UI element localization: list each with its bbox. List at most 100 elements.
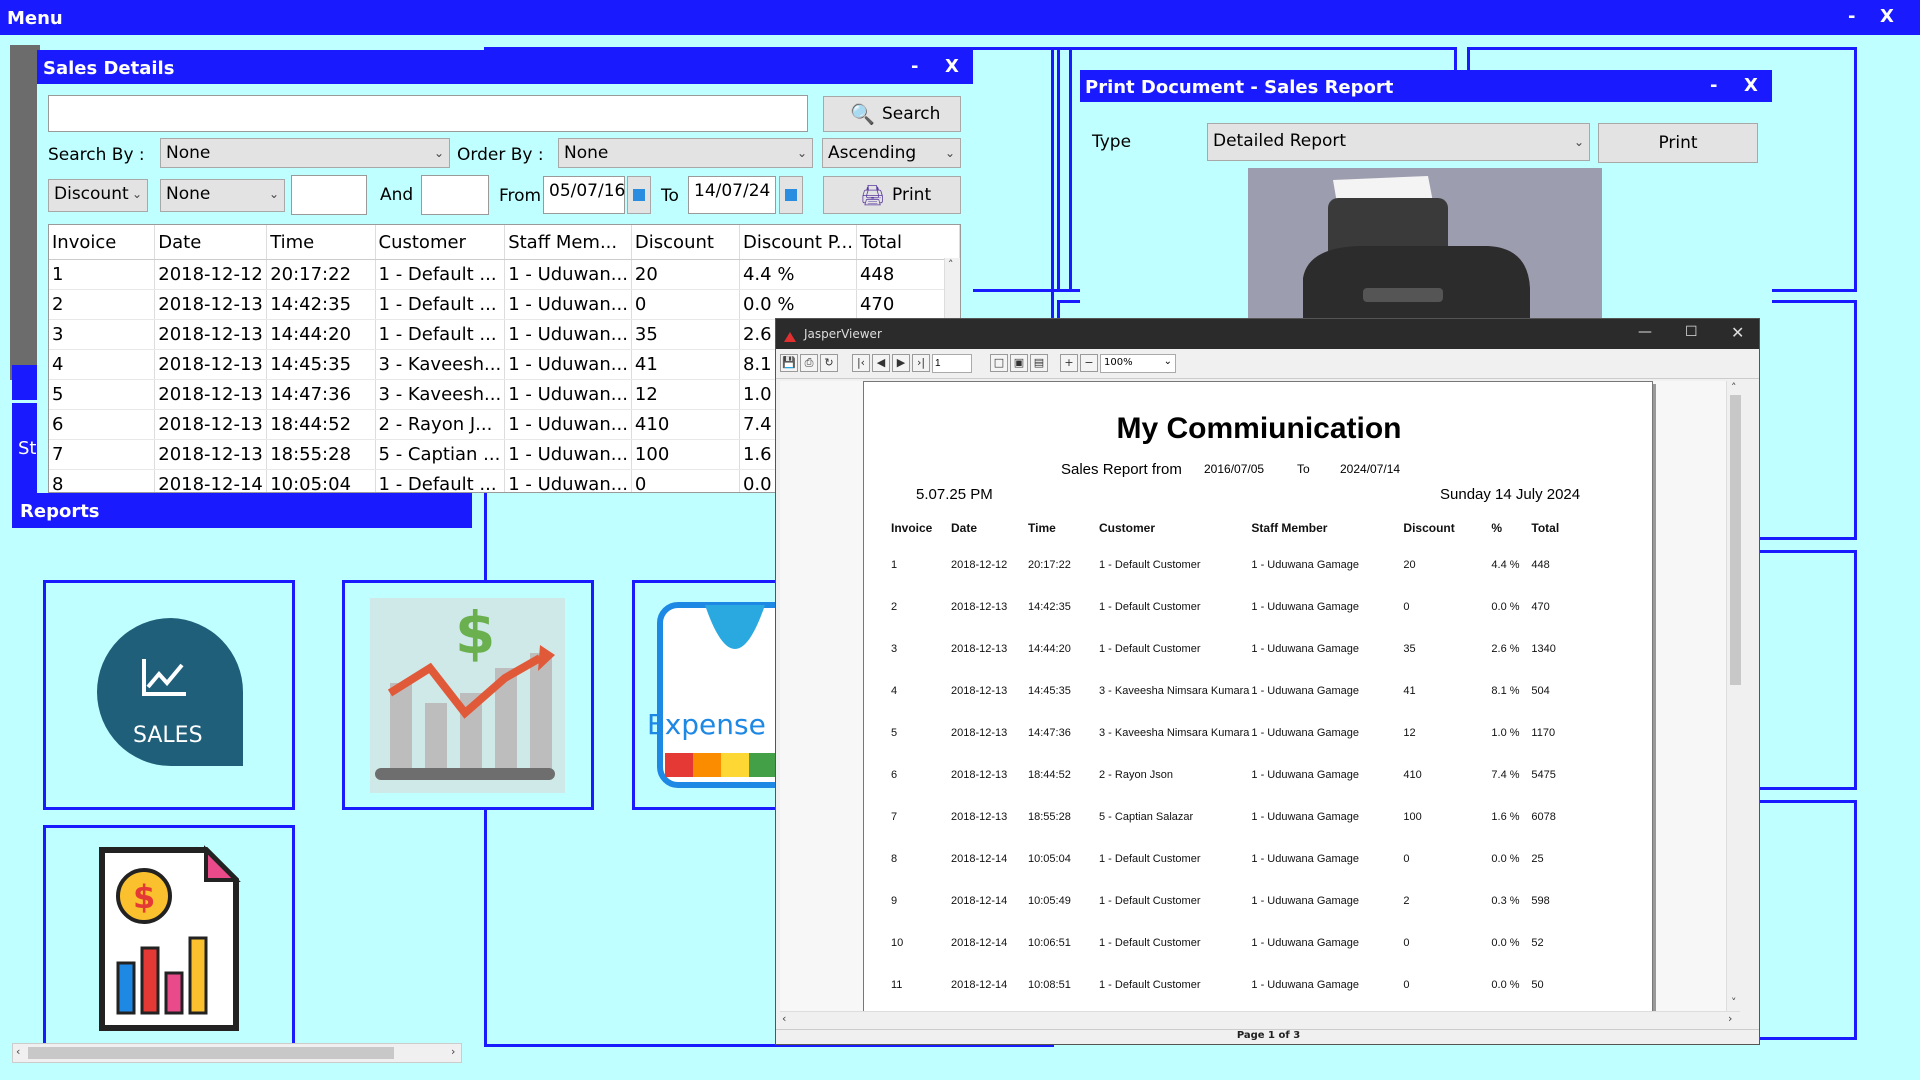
jasper-vscroll-thumb[interactable] xyxy=(1730,395,1741,685)
table-row[interactable]: 1 2018-12-12 20:17:22 1 - Default ... 1 - Ud… xyxy=(49,259,960,290)
previous-page-icon[interactable]: ◀ xyxy=(872,354,890,372)
print-document-close-button[interactable]: X xyxy=(1744,75,1758,96)
report-cell: 0.0 % xyxy=(1491,937,1520,949)
save-icon[interactable]: 💾 xyxy=(780,354,798,372)
table-cell: 1 - Uduwan... xyxy=(504,379,632,410)
jasper-close-icon[interactable]: ✕ xyxy=(1731,323,1744,342)
order-direction-select[interactable]: Ascending ⌄ xyxy=(822,138,961,168)
to-date-field[interactable]: 14/07/24 xyxy=(688,176,776,214)
jasper-minimize-icon[interactable]: — xyxy=(1638,324,1652,340)
table-cell: 7 xyxy=(49,439,156,470)
column-header[interactable]: Staff Mem... xyxy=(504,225,632,260)
report-cell: 1 - Default Customer xyxy=(1099,895,1201,907)
table-cell: 14:45:35 xyxy=(266,349,376,380)
reload-icon[interactable]: ↻ xyxy=(820,354,838,372)
first-page-icon[interactable]: |‹ xyxy=(852,354,870,372)
chevron-down-icon: ⌄ xyxy=(796,146,807,160)
print-report-button[interactable]: Print xyxy=(1598,123,1758,163)
main-title: Menu xyxy=(7,8,63,29)
scroll-down-icon[interactable]: ˅ xyxy=(1731,996,1737,1009)
from-calendar-icon[interactable] xyxy=(627,176,651,214)
report-cell: 0 xyxy=(1403,853,1410,865)
expense-tile-label: Expense xyxy=(647,708,766,741)
filter-operator-select[interactable]: None ⌄ xyxy=(160,179,285,212)
actual-size-icon[interactable]: □ xyxy=(990,354,1008,372)
scroll-right-icon[interactable]: › xyxy=(1728,1012,1732,1025)
column-header[interactable]: Date xyxy=(154,225,268,260)
print-document-minimize-button[interactable]: - xyxy=(1710,75,1717,96)
sales-details-close-button[interactable]: X xyxy=(945,56,959,77)
reports-panel: Reports SALES $ Expense $ ‹ › xyxy=(12,493,884,1070)
report-cell: 14:45:35 xyxy=(1028,685,1071,697)
reports-hscroll-thumb[interactable] xyxy=(28,1047,394,1059)
zoom-in-icon[interactable]: + xyxy=(1060,354,1078,372)
order-by-value: None xyxy=(564,143,609,163)
sales-details-minimize-button[interactable]: - xyxy=(911,56,918,77)
report-type-select[interactable]: Detailed Report ⌄ xyxy=(1207,123,1590,161)
jasper-maximize-icon[interactable]: ☐ xyxy=(1685,324,1698,340)
reports-hscrollbar[interactable]: ‹ › xyxy=(12,1043,462,1063)
report-row: 6 2018-12-13 18:44:52 2 - Rayon Json 1 - Udu… xyxy=(890,754,1590,796)
table-cell: 20 xyxy=(631,259,740,290)
column-header[interactable]: Discount xyxy=(631,225,740,260)
report-column-header: Total xyxy=(1531,521,1560,535)
report-cell: 41 xyxy=(1403,685,1416,697)
report-cell: 2018-12-14 xyxy=(951,853,1008,865)
last-page-icon[interactable]: ›| xyxy=(912,354,930,372)
search-input[interactable] xyxy=(48,95,808,132)
report-cell: 470 xyxy=(1531,601,1550,613)
chevron-down-icon: ⌄ xyxy=(944,146,955,160)
table-cell: 3 xyxy=(49,319,156,350)
sales-report-tile[interactable]: SALES xyxy=(43,580,295,810)
finance-report-tile[interactable]: $ xyxy=(43,825,295,1055)
range-to-input[interactable] xyxy=(421,175,489,215)
main-minimize-button[interactable]: - xyxy=(1848,6,1855,27)
table-row[interactable]: 2 2018-12-13 14:42:35 1 - Default ... 1 - Ud… xyxy=(49,289,960,320)
jasper-hscrollbar[interactable]: ‹ › xyxy=(780,1011,1740,1027)
table-cell: 1 - Default ... xyxy=(375,259,506,290)
fit-width-icon[interactable]: ▤ xyxy=(1030,354,1048,372)
next-page-icon[interactable]: ▶ xyxy=(892,354,910,372)
report-cell: 1 - Uduwana Gamage xyxy=(1251,811,1360,823)
report-cell: 2018-12-12 xyxy=(951,559,1008,571)
column-header[interactable]: Invoice xyxy=(49,225,156,260)
scroll-up-icon[interactable]: ˄ xyxy=(948,258,954,271)
scroll-up-icon[interactable]: ˄ xyxy=(1731,381,1737,394)
table-cell: 1 - Uduwan... xyxy=(504,469,632,492)
search-by-value: None xyxy=(166,143,211,163)
fit-page-icon[interactable]: ▣ xyxy=(1010,354,1028,372)
report-cell: 0 xyxy=(1403,979,1410,991)
main-close-button[interactable]: X xyxy=(1880,6,1894,27)
search-button[interactable]: 🔍 Search xyxy=(823,96,961,132)
scroll-left-icon[interactable]: ‹ xyxy=(782,1012,786,1025)
print-icon[interactable]: ⎙ xyxy=(800,354,818,372)
profit-report-tile[interactable]: $ xyxy=(342,580,594,810)
zoom-out-icon[interactable]: − xyxy=(1080,354,1098,372)
column-header[interactable]: Total xyxy=(856,225,960,260)
print-sales-button[interactable]: 🖨 Print xyxy=(823,176,961,214)
printer-icon: 🖨 xyxy=(860,183,886,207)
page-number-input[interactable] xyxy=(932,354,972,373)
filter-field-select[interactable]: Discount ⌄ xyxy=(48,179,148,212)
column-header[interactable]: Discount P... xyxy=(739,225,857,260)
column-header[interactable]: Time xyxy=(266,225,376,260)
jasper-vscrollbar[interactable]: ˄ ˅ xyxy=(1726,381,1744,1011)
to-calendar-icon[interactable] xyxy=(779,176,803,214)
zoom-value: 100% xyxy=(1104,357,1133,368)
report-to-label: To xyxy=(1297,462,1310,476)
scroll-right-icon[interactable]: › xyxy=(451,1045,455,1058)
search-by-select[interactable]: None ⌄ xyxy=(160,138,450,168)
zoom-select[interactable]: 100% ⌄ xyxy=(1100,354,1176,373)
report-cell: 10 xyxy=(891,937,904,949)
table-cell: 20:17:22 xyxy=(266,259,376,290)
order-by-select[interactable]: None ⌄ xyxy=(558,138,813,168)
jasper-app-icon xyxy=(784,327,796,342)
range-from-input[interactable] xyxy=(291,175,367,215)
column-header[interactable]: Customer xyxy=(375,225,506,260)
table-cell: 14:47:36 xyxy=(266,379,376,410)
report-cell: 2018-12-13 xyxy=(951,601,1008,613)
scroll-left-icon[interactable]: ‹ xyxy=(16,1045,20,1058)
report-cell: 2.6 % xyxy=(1491,643,1520,655)
sales-details-title-bar: Sales Details - X xyxy=(37,50,973,84)
from-date-field[interactable]: 05/07/16 xyxy=(543,176,625,214)
